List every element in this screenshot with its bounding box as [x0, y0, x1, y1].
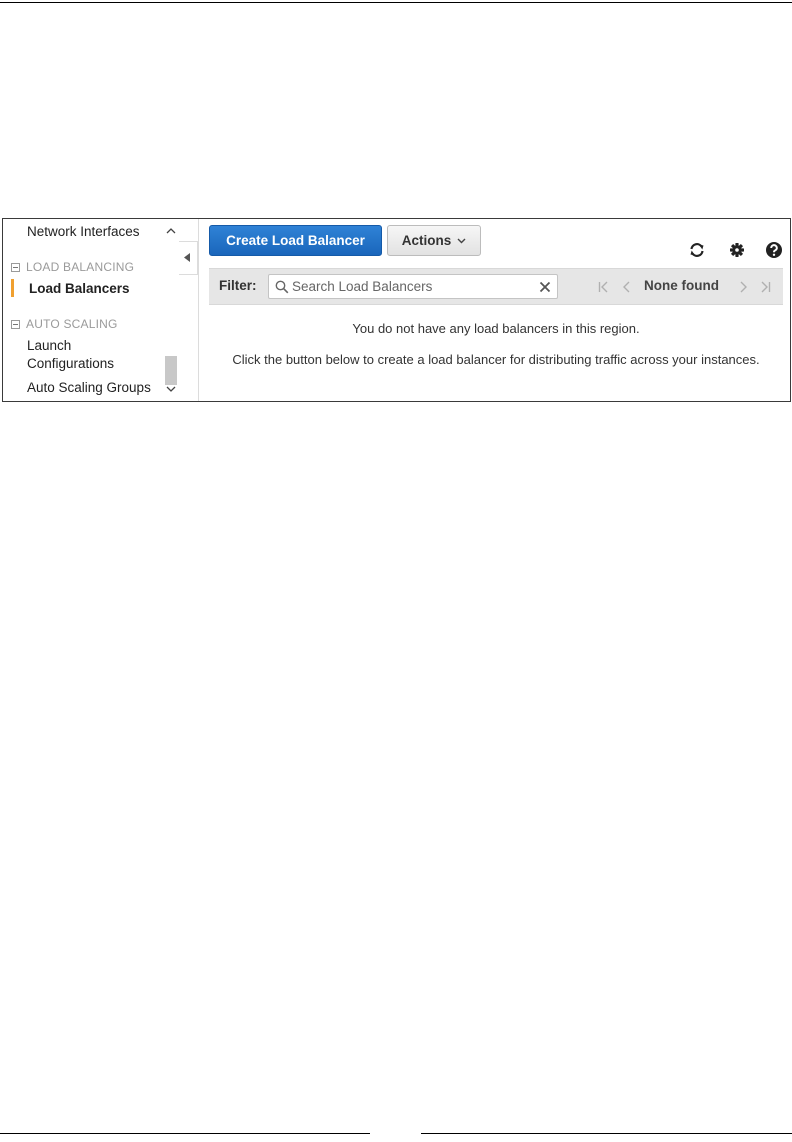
help-icon[interactable]: [765, 241, 783, 259]
actions-dropdown-button[interactable]: Actions: [387, 225, 481, 256]
search-icon: [275, 280, 289, 294]
sidebar: Network Interfaces LOAD BALANCING Load B…: [3, 219, 179, 401]
collapse-sidebar-icon: [184, 253, 190, 262]
sidebar-group-label: LOAD BALANCING: [26, 260, 135, 274]
gear-icon[interactable]: [728, 241, 746, 259]
prev-page-icon[interactable]: [620, 280, 634, 294]
sidebar-group-label: AUTO SCALING: [26, 317, 118, 331]
sidebar-item-label: Launch: [27, 338, 72, 353]
refresh-icon[interactable]: [688, 241, 706, 259]
sidebar-item-network-interfaces[interactable]: Network Interfaces: [27, 223, 140, 241]
sidebar-scrollbar[interactable]: [163, 219, 179, 401]
collapse-sidebar-button[interactable]: [179, 241, 198, 275]
collapse-group-icon[interactable]: [11, 319, 20, 329]
ec2-console-panel: Network Interfaces LOAD BALANCING Load B…: [2, 218, 791, 402]
actions-label: Actions: [401, 233, 452, 248]
sidebar-item-auto-scaling-groups[interactable]: Auto Scaling Groups: [27, 379, 151, 397]
chevron-down-icon: [457, 238, 466, 244]
filter-bar: Filter: None found: [209, 268, 783, 305]
active-item-indicator: [11, 279, 14, 297]
sidebar-item-load-balancers[interactable]: Load Balancers: [29, 280, 130, 298]
page-bottom-rule: [421, 1133, 792, 1134]
search-field[interactable]: [268, 274, 558, 299]
clear-icon[interactable]: [539, 281, 551, 293]
collapse-group-icon[interactable]: [11, 262, 20, 272]
sidebar-group-auto-scaling[interactable]: AUTO SCALING: [11, 317, 118, 331]
first-page-icon[interactable]: [597, 280, 611, 294]
sidebar-item-label: Configurations: [27, 356, 115, 371]
scroll-up-icon[interactable]: [163, 227, 179, 241]
create-load-balancer-button[interactable]: Create Load Balancer: [209, 225, 382, 256]
scroll-thumb[interactable]: [165, 356, 177, 385]
next-page-icon[interactable]: [736, 280, 750, 294]
page-top-rule: [0, 2, 792, 3]
empty-state-hint: Click the button below to create a load …: [232, 352, 760, 367]
filter-label: Filter:: [219, 278, 257, 293]
sidebar-group-load-balancing[interactable]: LOAD BALANCING: [11, 260, 134, 274]
pager-status: None found: [644, 278, 719, 293]
sidebar-divider: [198, 219, 199, 401]
scroll-down-icon[interactable]: [163, 385, 179, 399]
page-bottom-rule: [0, 1133, 370, 1134]
search-input[interactable]: [292, 277, 532, 296]
last-page-icon[interactable]: [758, 280, 772, 294]
empty-state-message: You do not have any load balancers in th…: [352, 321, 640, 336]
